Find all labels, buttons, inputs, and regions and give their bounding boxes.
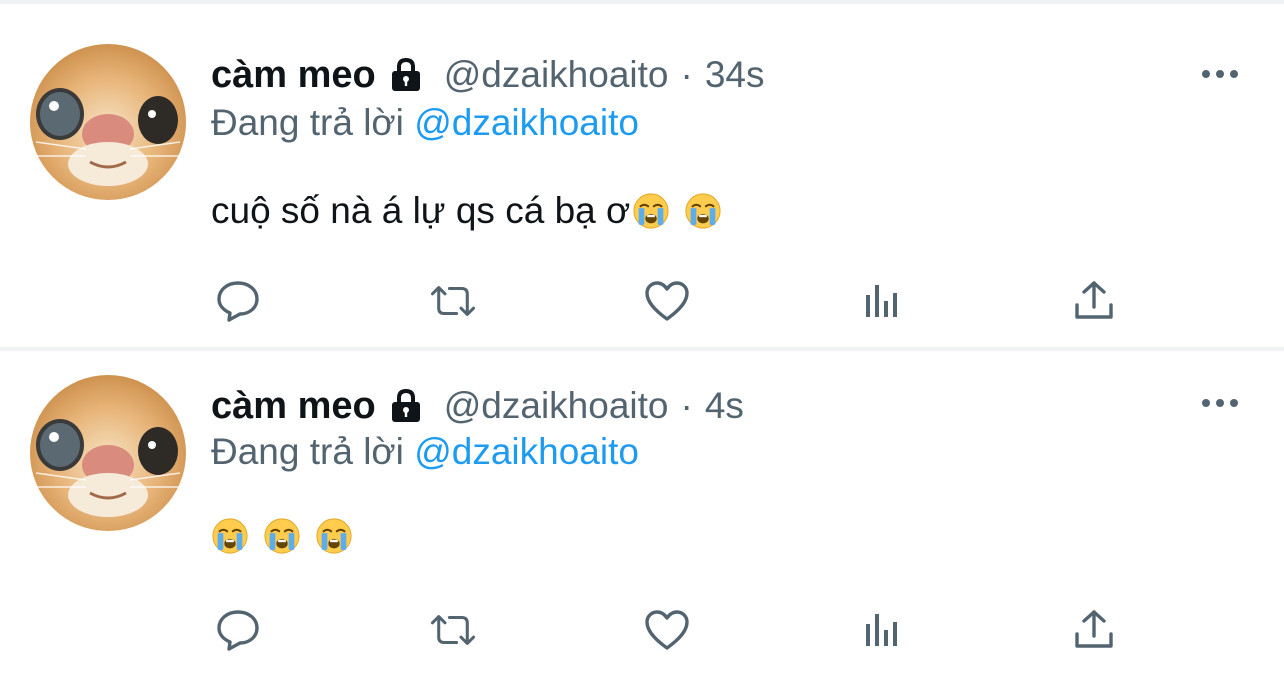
lock-icon [386, 386, 426, 426]
timestamp[interactable]: 34s [705, 54, 765, 96]
separator: · [680, 385, 693, 426]
tweet-text [211, 517, 353, 555]
views-icon [866, 614, 897, 646]
reply-prefix: Đang trả lời [211, 431, 404, 472]
retweet-button[interactable] [428, 276, 478, 326]
like-icon [645, 610, 689, 650]
loudly-crying-face-emoji [211, 517, 249, 555]
display-name[interactable]: càm meo [211, 54, 376, 97]
avatar[interactable] [30, 375, 186, 531]
like-button[interactable] [642, 276, 692, 326]
replying-to: Đang trả lời @dzaikhoaito [211, 431, 639, 473]
reply-button[interactable] [213, 276, 263, 326]
more-options-icon[interactable] [1198, 60, 1242, 88]
replying-to: Đang trả lời @dzaikhoaito [211, 102, 639, 144]
retweet-icon [430, 615, 476, 645]
user-handle[interactable]: @dzaikhoaito [444, 54, 669, 96]
views-button[interactable] [857, 605, 907, 655]
share-button[interactable] [1069, 605, 1119, 655]
loudly-crying-face-emoji [632, 192, 670, 230]
reply-handle-link[interactable]: @dzaikhoaito [414, 431, 639, 472]
action-bar [0, 605, 1284, 655]
reply-button[interactable] [213, 605, 263, 655]
display-name[interactable]: càm meo [211, 385, 376, 428]
reply-prefix: Đang trả lời [211, 102, 404, 143]
separator: · [680, 54, 693, 95]
reply-icon [217, 281, 259, 322]
timestamp[interactable]: 4s [705, 385, 744, 427]
retweet-button[interactable] [428, 605, 478, 655]
tweet-header: càm meo @dzaikhoaito · 34s [211, 50, 764, 100]
user-handle[interactable]: @dzaikhoaito [444, 385, 669, 427]
share-button[interactable] [1069, 276, 1119, 326]
like-button[interactable] [642, 605, 692, 655]
views-icon [866, 285, 897, 317]
share-icon [1075, 281, 1113, 319]
retweet-icon [430, 286, 476, 316]
loudly-crying-face-emoji [315, 517, 353, 555]
more-options-icon[interactable] [1198, 389, 1242, 417]
reply-icon [217, 610, 259, 651]
share-icon [1075, 610, 1113, 648]
loudly-crying-face-emoji [263, 517, 301, 555]
tweet[interactable]: càm meo @dzaikhoaito · 4s Đang trả lời @… [0, 351, 1284, 681]
reply-handle-link[interactable]: @dzaikhoaito [414, 102, 639, 143]
tweet-text-content: cuộ số nà á lự qs cá bạ ơ [211, 190, 631, 231]
tweet-header: càm meo @dzaikhoaito · 4s [211, 381, 744, 431]
lock-icon [386, 55, 426, 95]
views-button[interactable] [857, 276, 907, 326]
loudly-crying-face-emoji [684, 192, 722, 230]
like-icon [645, 281, 689, 321]
avatar[interactable] [30, 44, 186, 200]
tweet[interactable]: càm meo @dzaikhoaito · 34s Đang trả lời … [0, 4, 1284, 334]
action-bar [0, 276, 1284, 326]
tweet-text: cuộ số nà á lự qs cá bạ ơ [211, 190, 722, 232]
